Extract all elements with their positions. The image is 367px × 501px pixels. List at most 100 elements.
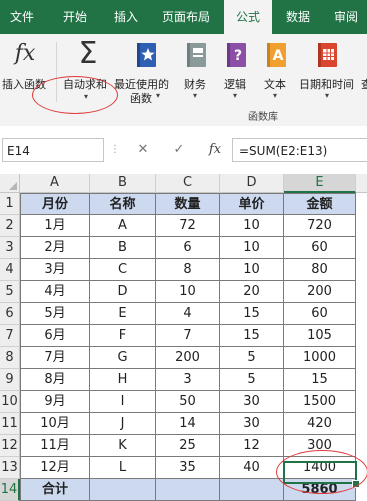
tab-home[interactable]: 开始: [52, 0, 98, 34]
cell-b5[interactable]: D: [90, 281, 156, 303]
cell-c13[interactable]: 35: [156, 457, 220, 479]
cell-d12[interactable]: 12: [220, 435, 284, 457]
cell-e10[interactable]: 1500: [284, 391, 356, 413]
cell-a7[interactable]: 6月: [20, 325, 90, 347]
cell-e2[interactable]: 720: [284, 215, 356, 237]
row-header-8[interactable]: 8: [0, 347, 20, 369]
formula-bar-grip-icon[interactable]: ⋮: [110, 142, 120, 158]
cell-a12[interactable]: 11月: [20, 435, 90, 457]
text-button[interactable]: A 文本 ▾: [260, 38, 294, 104]
table-header-d[interactable]: 单价: [220, 193, 284, 215]
row-header-6[interactable]: 6: [0, 303, 20, 325]
cell-d3[interactable]: 10: [220, 237, 284, 259]
cell-c3[interactable]: 6: [156, 237, 220, 259]
recently-used-button[interactable]: 最近使用的 函数 ▾: [114, 38, 178, 105]
column-header-c[interactable]: C: [156, 174, 220, 193]
table-header-c[interactable]: 数量: [156, 193, 220, 215]
name-box[interactable]: E14: [2, 138, 104, 162]
cell-b8[interactable]: G: [90, 347, 156, 369]
lookup-button-partial[interactable]: 查: [361, 76, 367, 92]
cell-a8[interactable]: 7月: [20, 347, 90, 369]
cell-c8[interactable]: 200: [156, 347, 220, 369]
column-header-f-partial[interactable]: [356, 174, 367, 193]
cell-a14[interactable]: 合计: [20, 479, 90, 501]
cell-a10[interactable]: 9月: [20, 391, 90, 413]
row-header-11[interactable]: 11: [0, 413, 20, 435]
cell-e7[interactable]: 105: [284, 325, 356, 347]
row-header-9[interactable]: 9: [0, 369, 20, 391]
cell-d5[interactable]: 20: [220, 281, 284, 303]
cell-d14[interactable]: [220, 479, 284, 501]
cell-a2[interactable]: 1月: [20, 215, 90, 237]
logical-button[interactable]: ? 逻辑 ▾: [220, 38, 254, 104]
tab-review[interactable]: 审阅: [326, 0, 366, 34]
cell-a3[interactable]: 2月: [20, 237, 90, 259]
cell-b7[interactable]: F: [90, 325, 156, 347]
fill-handle[interactable]: [352, 480, 360, 488]
cancel-entry-button[interactable]: ✕: [132, 138, 154, 162]
cell-c5[interactable]: 10: [156, 281, 220, 303]
date-time-dropdown-icon[interactable]: ▾: [325, 91, 329, 100]
cell-b10[interactable]: I: [90, 391, 156, 413]
insert-function-button[interactable]: fx 插入函数: [0, 38, 50, 96]
cell-d2[interactable]: 10: [220, 215, 284, 237]
row-header-5[interactable]: 5: [0, 281, 20, 303]
cell-a6[interactable]: 5月: [20, 303, 90, 325]
row-header-4[interactable]: 4: [0, 259, 20, 281]
cell-c14[interactable]: [156, 479, 220, 501]
row-header-14[interactable]: 14: [0, 479, 20, 501]
cell-d9[interactable]: 5: [220, 369, 284, 391]
cell-e9[interactable]: 15: [284, 369, 356, 391]
cell-e5[interactable]: 200: [284, 281, 356, 303]
row-header-2[interactable]: 2: [0, 215, 20, 237]
table-header-b[interactable]: 名称: [90, 193, 156, 215]
cell-d8[interactable]: 5: [220, 347, 284, 369]
financial-dropdown-icon[interactable]: ▾: [193, 91, 197, 100]
column-header-d[interactable]: D: [220, 174, 284, 193]
column-header-e[interactable]: E: [284, 174, 356, 193]
cell-c2[interactable]: 72: [156, 215, 220, 237]
recently-used-dropdown-icon[interactable]: ▾: [156, 91, 160, 100]
row-header-13[interactable]: 13: [0, 457, 20, 479]
cell-b4[interactable]: C: [90, 259, 156, 281]
cell-a9[interactable]: 8月: [20, 369, 90, 391]
tab-file[interactable]: 文件: [2, 0, 42, 34]
select-all-corner[interactable]: [0, 174, 20, 193]
table-header-e[interactable]: 金额: [284, 193, 356, 215]
cell-a11[interactable]: 10月: [20, 413, 90, 435]
cell-e6[interactable]: 60: [284, 303, 356, 325]
enter-entry-button[interactable]: ✓: [168, 138, 190, 162]
financial-button[interactable]: 财务 ▾: [180, 38, 214, 104]
logical-dropdown-icon[interactable]: ▾: [233, 91, 237, 100]
cell-b12[interactable]: K: [90, 435, 156, 457]
cell-d6[interactable]: 15: [220, 303, 284, 325]
row-header-1[interactable]: 1: [0, 193, 20, 215]
cell-c11[interactable]: 14: [156, 413, 220, 435]
cell-d10[interactable]: 30: [220, 391, 284, 413]
column-header-b[interactable]: B: [90, 174, 156, 193]
formula-input[interactable]: =SUM(E2:E13): [232, 138, 367, 162]
column-header-a[interactable]: A: [20, 174, 90, 193]
autosum-button[interactable]: Σ 自动求和 ▾: [60, 38, 116, 104]
cell-b9[interactable]: H: [90, 369, 156, 391]
cell-c10[interactable]: 50: [156, 391, 220, 413]
text-dropdown-icon[interactable]: ▾: [273, 91, 277, 100]
insert-function-fx-button[interactable]: fx: [204, 138, 226, 162]
cell-d13[interactable]: 40: [220, 457, 284, 479]
cell-c4[interactable]: 8: [156, 259, 220, 281]
cell-b14[interactable]: [90, 479, 156, 501]
cell-c6[interactable]: 4: [156, 303, 220, 325]
cell-d7[interactable]: 15: [220, 325, 284, 347]
cell-a13[interactable]: 12月: [20, 457, 90, 479]
date-time-button[interactable]: 日期和时间 ▾: [298, 38, 358, 104]
cell-a4[interactable]: 3月: [20, 259, 90, 281]
cell-e11[interactable]: 420: [284, 413, 356, 435]
cell-e4[interactable]: 80: [284, 259, 356, 281]
cell-c9[interactable]: 3: [156, 369, 220, 391]
tab-page-layout[interactable]: 页面布局: [154, 0, 218, 34]
tab-data[interactable]: 数据: [280, 0, 316, 34]
cell-d11[interactable]: 30: [220, 413, 284, 435]
row-header-10[interactable]: 10: [0, 391, 20, 413]
autosum-dropdown-icon[interactable]: ▾: [84, 92, 88, 101]
cell-d4[interactable]: 10: [220, 259, 284, 281]
